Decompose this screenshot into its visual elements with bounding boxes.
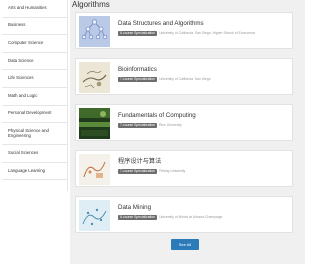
sidebar-item-data-science[interactable]: Data Science [2,53,67,71]
sidebar-item-computer-science[interactable]: Computer Science [2,35,67,53]
course-meta: 7-course Specialization Peking Universit… [118,169,185,174]
sidebar-item-label: Life Sciences [8,75,34,81]
sidebar-item-arts-humanities[interactable]: Arts and Humanities [2,0,67,18]
course-provider: University of California, San Diego, Hig… [159,31,256,35]
sidebar-item-label: Arts and Humanities [8,4,47,10]
course-title[interactable]: Fundamentals of Computing [118,112,196,119]
sidebar-item-label: Personal Development [8,110,52,116]
fossil-illustration-icon [79,62,110,93]
course-title[interactable]: 程序设计与算法 [118,158,161,165]
course-provider: Rice University [159,123,182,127]
sidebar-item-math-logic[interactable]: Math and Logic [2,88,67,106]
sidebar-item-life-sciences[interactable]: Life Sciences [2,70,67,88]
page-title: Algorithms [72,0,110,9]
category-sidebar: Arts and Humanities Business Computer Sc… [2,0,68,191]
sidebar-item-personal-development[interactable]: Personal Development [2,106,67,124]
course-meta: 6-course Specialization University of Il… [118,215,222,220]
specialization-badge: 7-course Specialization [118,123,158,128]
course-card-chinese-algorithms[interactable]: 程序设计与算法 7-course Specialization Peking U… [75,150,293,187]
course-title[interactable]: Bioinformatics [118,66,157,73]
course-title[interactable]: Data Structures and Algorithms [118,20,204,27]
main-content: Algorithms Data Structures and Algorithm… [70,0,305,264]
specialization-badge: 6-course Specialization [118,215,158,220]
algorithm-illustration-icon [79,154,110,185]
course-card-data-structures[interactable]: Data Structures and Algorithms 6-course … [75,12,293,49]
sidebar-item-social-sciences[interactable]: Social Sciences [2,145,67,163]
course-provider: Peking University [159,169,186,173]
sidebar-item-business[interactable]: Business [2,18,67,36]
sidebar-item-label: Language Learning [8,167,46,173]
sidebar-item-label: Business [8,22,26,28]
specialization-badge: 6-course Specialization [118,31,158,36]
sidebar-item-label: Math and Logic [8,92,38,98]
course-meta: 6-course Specialization University of Ca… [118,31,255,36]
see-all-button[interactable]: See All [171,239,199,250]
course-provider: University of Illinois at Urbana-Champai… [159,215,223,219]
course-provider: University of California, San Diego [159,77,211,81]
course-meta: 7-course Specialization University of Ca… [118,77,211,82]
course-card-fundamentals-computing[interactable]: Fundamentals of Computing 7-course Speci… [75,104,293,141]
sidebar-item-label: Computer Science [8,40,44,46]
specialization-badge: 7-course Specialization [118,77,158,82]
course-title[interactable]: Data Mining [118,204,151,211]
green-pattern-icon [79,108,110,139]
sidebar-item-language-learning[interactable]: Language Learning [2,163,67,181]
network-graph-icon [79,16,110,47]
sidebar-item-label: Data Science [8,57,34,63]
course-card-bioinformatics[interactable]: Bioinformatics 7-course Specialization U… [75,58,293,95]
course-meta: 7-course Specialization Rice University [118,123,182,128]
sidebar-item-label: Social Sciences [8,150,39,156]
course-card-data-mining[interactable]: Data Mining 6-course Specialization Univ… [75,196,293,233]
sidebar-item-label: Physical Science and Engineering [8,127,49,138]
data-map-icon [79,200,110,231]
sidebar-item-physical-science[interactable]: Physical Science and Engineering [2,123,67,146]
specialization-badge: 7-course Specialization [118,169,158,174]
